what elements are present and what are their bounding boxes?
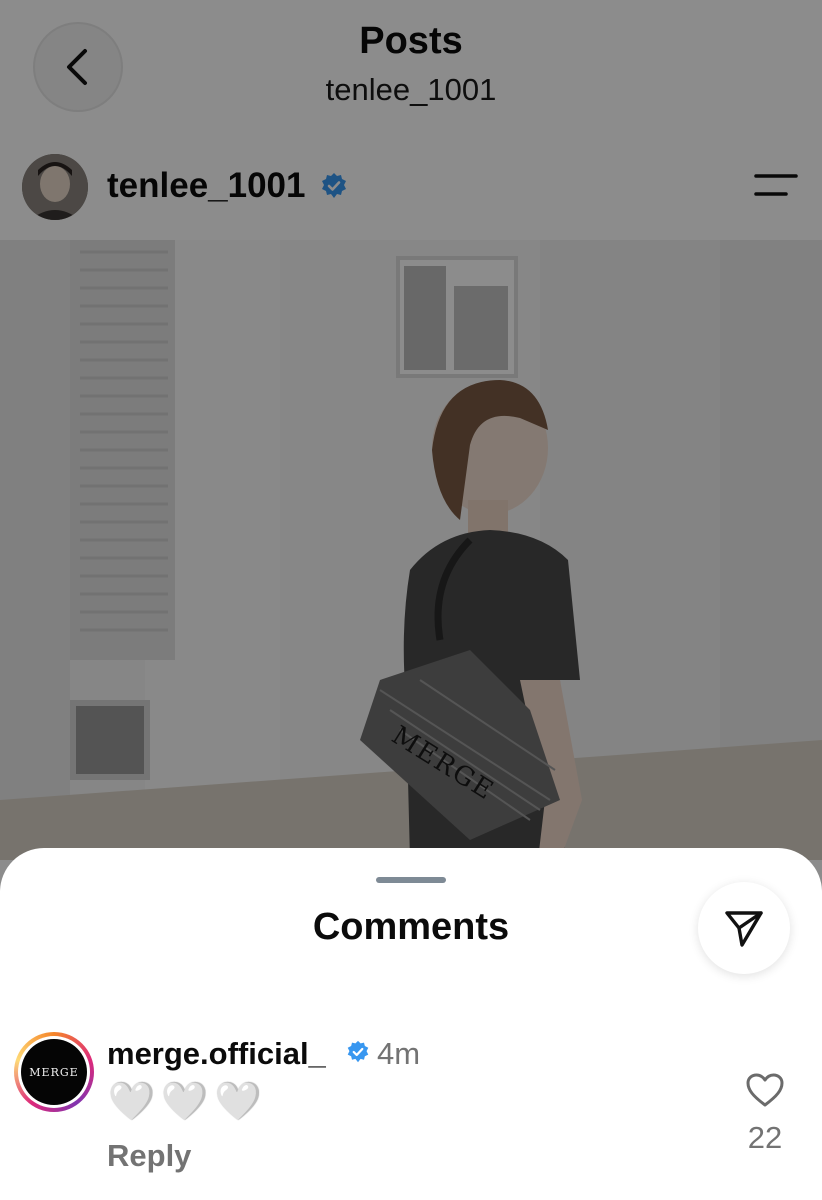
commenter-avatar-logo: MERGE — [21, 1039, 87, 1105]
avatar[interactable] — [22, 154, 88, 220]
comments-sheet: Comments MERGE merge.official_ 4m 🤍 🤍 🤍 … — [0, 848, 822, 1200]
page-title: Posts — [359, 20, 463, 62]
sheet-grabber[interactable] — [376, 877, 446, 883]
share-button[interactable] — [698, 882, 790, 974]
author-username[interactable]: tenlee_1001 — [107, 166, 305, 206]
comment-timestamp: 4m — [377, 1036, 421, 1071]
page-subtitle: tenlee_1001 — [325, 72, 497, 107]
white-heart-emoji: 🤍 — [161, 1081, 209, 1123]
story-ring[interactable]: MERGE — [14, 1032, 94, 1112]
commenter-username[interactable]: merge.official_ — [107, 1036, 326, 1072]
post-photo[interactable]: MERGE — [0, 240, 822, 860]
verified-badge-icon — [322, 173, 346, 198]
author-avatar-image — [22, 154, 88, 220]
heart-icon[interactable] — [745, 1072, 785, 1108]
like-count: 22 — [747, 1120, 783, 1155]
verified-badge-icon — [347, 1040, 369, 1063]
commenter-avatar: MERGE — [18, 1036, 90, 1108]
white-heart-emoji: 🤍 — [214, 1081, 262, 1123]
comment-item: MERGE merge.official_ 4m 🤍 🤍 🤍 Reply 22 — [0, 1028, 822, 1188]
post-image: MERGE — [0, 240, 822, 860]
post-author-row: tenlee_1001 — [0, 150, 822, 230]
menu-lines-icon[interactable] — [752, 170, 800, 200]
comment-text: 🤍 🤍 🤍 — [108, 1080, 262, 1124]
posts-header: Posts tenlee_1001 tenlee_1001 — [0, 0, 822, 240]
white-heart-emoji: 🤍 — [108, 1081, 156, 1123]
reply-button[interactable]: Reply — [107, 1138, 191, 1174]
send-icon — [725, 911, 763, 947]
